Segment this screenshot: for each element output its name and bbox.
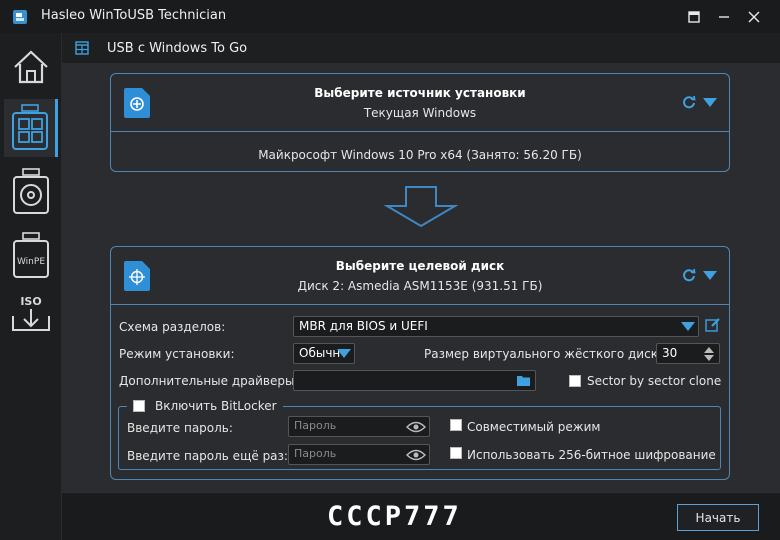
- iso-label: ISO: [20, 295, 41, 308]
- refresh-icon[interactable]: [682, 268, 696, 282]
- page-title: USB с Windows To Go: [107, 41, 248, 56]
- source-selector[interactable]: Выберите источник установки Текущая Wind…: [111, 74, 729, 132]
- main-panel: USB с Windows To Go Выберите источник ус…: [62, 33, 780, 540]
- vhd-size-stepper[interactable]: 30: [656, 343, 720, 364]
- partition-scheme-select[interactable]: MBR для BIOS и UEFI: [293, 316, 699, 337]
- home-icon: [14, 50, 48, 84]
- chevron-down-icon: [681, 322, 695, 331]
- source-detail: Майкрософт Windows 10 Pro x64 (Занято: 5…: [258, 148, 582, 162]
- install-mode-select[interactable]: Обычн: [293, 343, 355, 364]
- vhd-size-label: Размер виртуального жёсткого диска:: [424, 347, 670, 361]
- windows-tiles-icon: [11, 104, 48, 150]
- bitlocker-checkbox[interactable]: [133, 400, 145, 412]
- target-title: Выберите целевой диск: [335, 259, 505, 273]
- vhd-size-value: 30: [662, 346, 678, 360]
- confirm-password-label: Введите пароль ещё раз:: [127, 449, 288, 463]
- app-logo-icon: [13, 10, 27, 24]
- folder-icon[interactable]: [517, 374, 531, 387]
- windows-tiles-small-icon: [75, 41, 89, 55]
- refresh-icon[interactable]: [682, 95, 696, 109]
- sidebar-item-home[interactable]: [4, 38, 58, 96]
- additional-drivers-input[interactable]: [293, 370, 536, 391]
- eye-icon[interactable]: [406, 421, 426, 433]
- aes256-label: Использовать 256-битное шифрование: [467, 448, 716, 462]
- bitlocker-group: Введите пароль: Пароль Введите пароль ещ…: [118, 406, 721, 470]
- section-header: USB с Windows To Go: [62, 33, 780, 63]
- source-dropdown-arrow-icon[interactable]: [703, 98, 717, 107]
- sector-clone-checkbox[interactable]: [569, 375, 581, 387]
- pin-icon[interactable]: [683, 6, 705, 28]
- source-title: Выберите источник установки: [314, 86, 526, 100]
- footer-bar: CCCP777 Начать: [62, 493, 780, 540]
- source-subtitle: Текущая Windows: [363, 106, 477, 120]
- brand-logo: CCCP777: [327, 501, 462, 532]
- target-dropdown-arrow-icon[interactable]: [703, 271, 717, 280]
- minimize-icon[interactable]: [713, 6, 735, 28]
- disk-icon: [13, 168, 49, 214]
- password-label: Введите пароль:: [127, 421, 233, 435]
- install-mode-label: Режим установки:: [119, 347, 235, 361]
- stepper-arrows-icon[interactable]: [703, 346, 715, 362]
- target-subtitle: Диск 2: Asmedia ASM1153E (931.51 ГБ): [297, 279, 543, 293]
- sidebar-item-disk[interactable]: [4, 163, 58, 221]
- confirm-password-placeholder: Пароль: [294, 447, 337, 460]
- bitlocker-label: Включить BitLocker: [155, 399, 277, 413]
- sidebar-item-windows-to-go[interactable]: [4, 99, 58, 157]
- compat-mode-checkbox[interactable]: [450, 419, 462, 431]
- iso-download-icon: ISO: [12, 295, 50, 331]
- eye-icon[interactable]: [406, 449, 426, 461]
- edit-icon[interactable]: [705, 317, 721, 333]
- window-title: Hasleo WinToUSB Technician: [41, 8, 227, 23]
- password-input[interactable]: Пароль: [288, 416, 430, 437]
- sidebar-item-winpe[interactable]: WinPE: [4, 227, 58, 285]
- sidebar: WinPE ISO: [0, 33, 62, 540]
- winpe-icon: WinPE: [13, 232, 49, 278]
- source-card: Выберите источник установки Текущая Wind…: [110, 73, 730, 172]
- flow-arrow-icon: [384, 186, 458, 228]
- target-selector[interactable]: Выберите целевой диск Диск 2: Asmedia AS…: [111, 247, 729, 305]
- chevron-down-icon: [337, 349, 351, 358]
- install-mode-value: Обычн: [299, 346, 341, 360]
- partition-scheme-label: Схема разделов:: [119, 320, 226, 334]
- bitlocker-legend: Включить BitLocker: [127, 398, 283, 414]
- winpe-label: WinPE: [17, 257, 45, 267]
- close-icon[interactable]: [743, 6, 765, 28]
- sector-clone-label: Sector by sector clone: [587, 374, 722, 388]
- confirm-password-input[interactable]: Пароль: [288, 444, 430, 465]
- sidebar-item-iso[interactable]: ISO: [4, 285, 58, 343]
- compat-mode-label: Совместимый режим: [467, 420, 601, 434]
- title-bar: Hasleo WinToUSB Technician: [0, 0, 780, 33]
- partition-scheme-value: MBR для BIOS и UEFI: [299, 319, 428, 333]
- additional-drivers-label: Дополнительные драйверы:: [119, 374, 299, 388]
- password-placeholder: Пароль: [294, 419, 337, 432]
- aes256-checkbox[interactable]: [450, 447, 462, 459]
- start-button[interactable]: Начать: [677, 504, 759, 531]
- target-card: Выберите целевой диск Диск 2: Asmedia AS…: [110, 246, 730, 480]
